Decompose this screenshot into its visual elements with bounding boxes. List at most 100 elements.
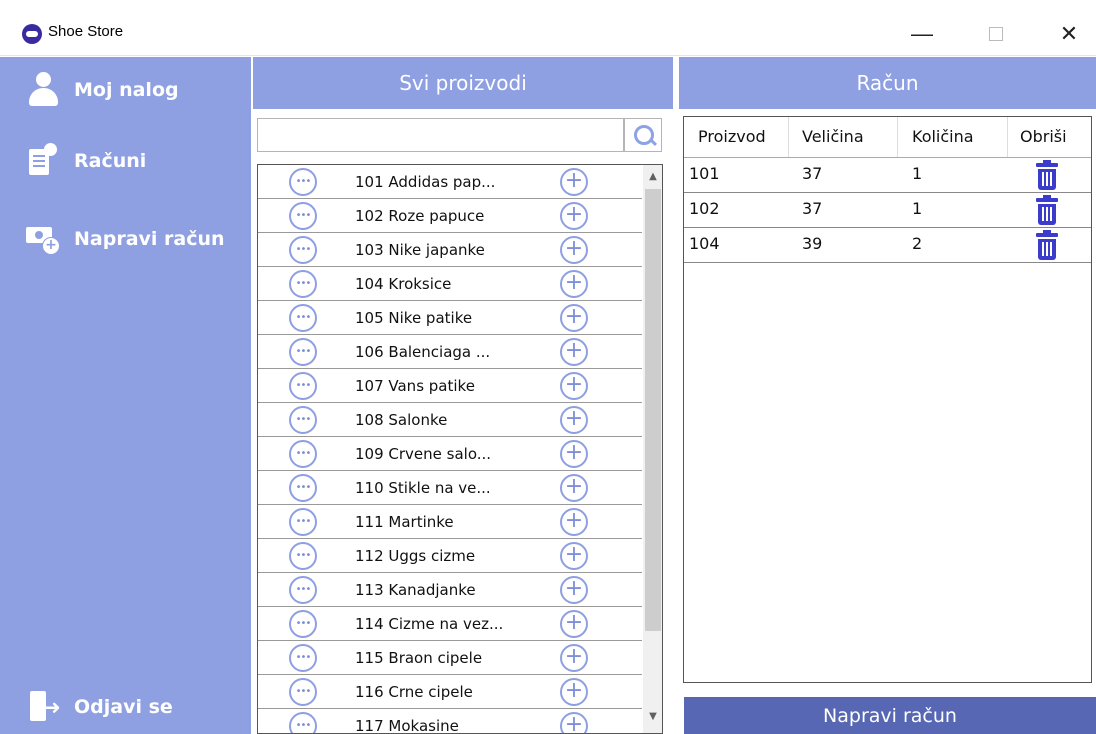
- search-button[interactable]: [624, 118, 662, 152]
- cell-product: 101: [689, 164, 720, 183]
- more-info-icon[interactable]: •••: [289, 304, 317, 332]
- product-label: 102 Roze papuce: [355, 207, 485, 225]
- add-icon[interactable]: +: [560, 576, 588, 604]
- product-label: 115 Braon cipele: [355, 649, 483, 667]
- app-window: Shoe Store — ✕ Moj nalog Računi + Naprav…: [0, 0, 1096, 734]
- trash-icon[interactable]: [1034, 195, 1060, 225]
- list-item: ••• 116 Crne cipele +: [258, 675, 642, 709]
- create-bill-button[interactable]: Napravi račun: [684, 697, 1096, 734]
- add-icon[interactable]: +: [560, 338, 588, 366]
- table-row: 104 39 2: [684, 228, 1091, 263]
- add-icon[interactable]: +: [560, 304, 588, 332]
- more-info-icon[interactable]: •••: [289, 712, 317, 733]
- cell-product: 102: [689, 199, 720, 218]
- logout-button[interactable]: ➜ Odjavi se: [26, 689, 173, 725]
- bill-table: Proizvod Veličina Količina Obriši 101 37…: [683, 116, 1092, 683]
- close-button[interactable]: ✕: [1047, 16, 1091, 52]
- product-list: ••• 101 Addidas pap... + ••• 102 Roze pa…: [257, 164, 663, 734]
- add-icon[interactable]: +: [560, 372, 588, 400]
- list-item: ••• 109 Crvene salo... +: [258, 437, 642, 471]
- sidebar-item-label: Napravi račun: [74, 228, 225, 250]
- minimize-button[interactable]: —: [900, 16, 944, 52]
- products-header: Svi proizvodi: [253, 57, 673, 109]
- product-label: 101 Addidas pap...: [355, 173, 496, 191]
- product-label: 108 Salonke: [355, 411, 448, 429]
- product-label: 113 Kanadjanke: [355, 581, 476, 599]
- product-label: 109 Crvene salo...: [355, 445, 492, 463]
- more-info-icon[interactable]: •••: [289, 610, 317, 638]
- list-item: ••• 105 Nike patike +: [258, 301, 642, 335]
- cell-product: 104: [689, 234, 720, 253]
- more-info-icon[interactable]: •••: [289, 406, 317, 434]
- add-icon[interactable]: +: [560, 168, 588, 196]
- cell-quantity: 1: [912, 199, 923, 218]
- list-item: ••• 108 Salonke +: [258, 403, 642, 437]
- list-item: ••• 114 Cizme na vez... +: [258, 607, 642, 641]
- sidebar-item-account[interactable]: Moj nalog: [26, 72, 179, 108]
- more-info-icon[interactable]: •••: [289, 508, 317, 536]
- maximize-icon: [989, 27, 1003, 41]
- list-item: ••• 111 Martinke +: [258, 505, 642, 539]
- list-item: ••• 101 Addidas pap... +: [258, 165, 642, 199]
- sidebar-item-new-bill[interactable]: + Napravi račun: [26, 221, 225, 257]
- cell-size: 39: [802, 234, 823, 253]
- product-label: 105 Nike patike: [355, 309, 473, 327]
- product-label: 111 Martinke: [355, 513, 454, 531]
- more-info-icon[interactable]: •••: [289, 236, 317, 264]
- column-header-quantity: Količina: [912, 127, 974, 146]
- maximize-button[interactable]: [974, 16, 1018, 52]
- more-info-icon[interactable]: •••: [289, 168, 317, 196]
- column-header-size: Veličina: [802, 127, 864, 146]
- more-info-icon[interactable]: •••: [289, 372, 317, 400]
- product-label: 103 Nike japanke: [355, 241, 485, 259]
- user-icon: [26, 72, 62, 108]
- add-icon[interactable]: +: [560, 678, 588, 706]
- more-info-icon[interactable]: •••: [289, 440, 317, 468]
- scroll-thumb[interactable]: [645, 189, 661, 631]
- more-info-icon[interactable]: •••: [289, 338, 317, 366]
- search-input[interactable]: [257, 118, 624, 152]
- product-list-scrollbar[interactable]: ▲ ▼: [643, 165, 662, 733]
- add-icon[interactable]: +: [560, 712, 588, 733]
- add-icon[interactable]: +: [560, 270, 588, 298]
- list-item: ••• 110 Stikle na ve... +: [258, 471, 642, 505]
- add-icon[interactable]: +: [560, 508, 588, 536]
- product-label: 110 Stikle na ve...: [355, 479, 491, 497]
- product-label: 112 Uggs cizme: [355, 547, 476, 565]
- add-icon[interactable]: +: [560, 644, 588, 672]
- product-label: 116 Crne cipele: [355, 683, 473, 701]
- window-title: Shoe Store: [48, 23, 124, 40]
- scroll-down-icon[interactable]: ▼: [643, 711, 662, 727]
- column-header-delete: Obriši: [1020, 127, 1067, 146]
- list-item: ••• 106 Balenciaga ... +: [258, 335, 642, 369]
- scroll-up-icon[interactable]: ▲: [643, 171, 662, 187]
- add-icon[interactable]: +: [560, 406, 588, 434]
- trash-icon[interactable]: [1034, 160, 1060, 190]
- product-label: 107 Vans patike: [355, 377, 475, 395]
- add-icon[interactable]: +: [560, 474, 588, 502]
- add-icon[interactable]: +: [560, 236, 588, 264]
- add-icon[interactable]: +: [560, 202, 588, 230]
- more-info-icon[interactable]: •••: [289, 644, 317, 672]
- list-item: ••• 117 Mokasine +: [258, 709, 642, 734]
- new-bill-icon: +: [26, 221, 62, 257]
- more-info-icon[interactable]: •••: [289, 576, 317, 604]
- more-info-icon[interactable]: •••: [289, 678, 317, 706]
- bills-icon: [26, 143, 62, 179]
- add-icon[interactable]: +: [560, 440, 588, 468]
- product-label: 104 Kroksice: [355, 275, 452, 293]
- list-item: ••• 113 Kanadjanke +: [258, 573, 642, 607]
- table-row: 101 37 1: [684, 158, 1091, 193]
- product-label: 117 Mokasine: [355, 717, 459, 734]
- more-info-icon[interactable]: •••: [289, 202, 317, 230]
- more-info-icon[interactable]: •••: [289, 270, 317, 298]
- more-info-icon[interactable]: •••: [289, 474, 317, 502]
- add-icon[interactable]: +: [560, 542, 588, 570]
- trash-icon[interactable]: [1034, 230, 1060, 260]
- cell-size: 37: [802, 164, 823, 183]
- cell-quantity: 2: [912, 234, 923, 253]
- sidebar-item-bills[interactable]: Računi: [26, 143, 146, 179]
- more-info-icon[interactable]: •••: [289, 542, 317, 570]
- add-icon[interactable]: +: [560, 610, 588, 638]
- bill-table-header: Proizvod Veličina Količina Obriši: [684, 117, 1091, 158]
